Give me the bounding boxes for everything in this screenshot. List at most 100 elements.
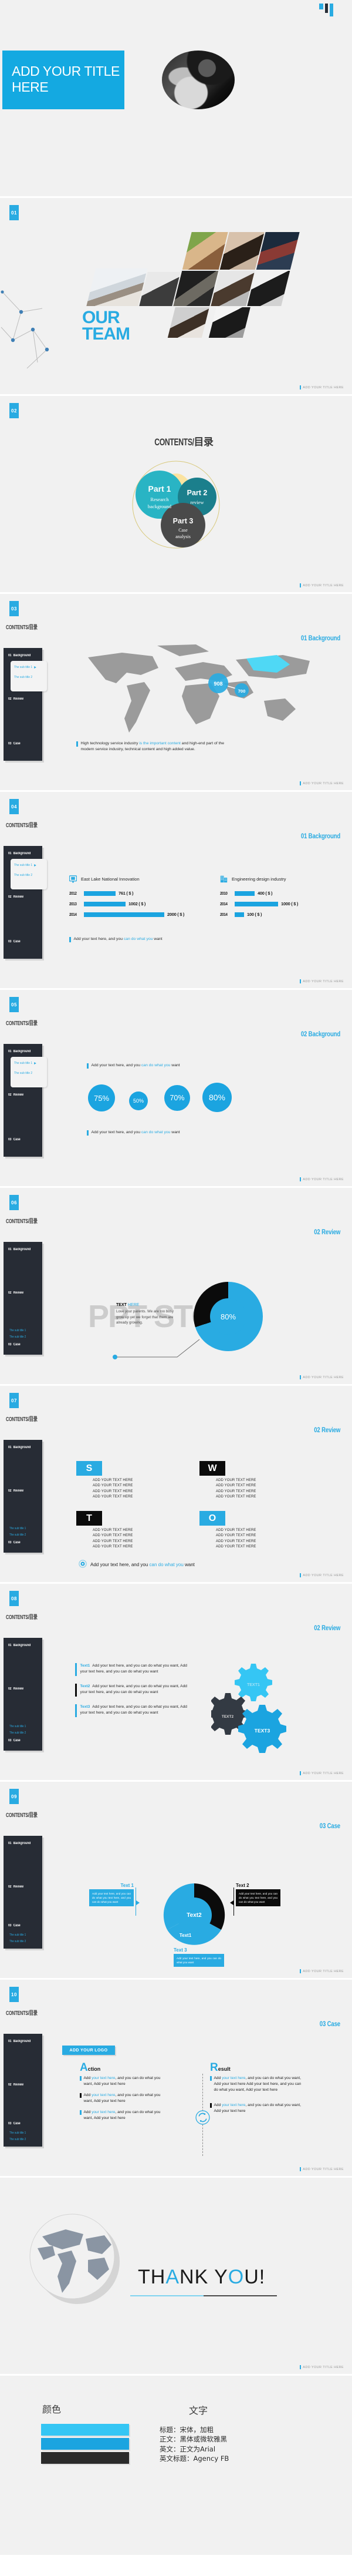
sidebar-item-label: Background — [13, 1248, 31, 1251]
item-accent: your text here — [92, 2093, 116, 2097]
sidebar-item-background[interactable]: 01 Background — [8, 1050, 31, 1053]
swot-lines: ADD YOUR TEXT HERE ADD YOUR TEXT HERE AD… — [216, 1478, 256, 1500]
sidebar-subitem-2[interactable]: The sub title 2 — [9, 1335, 26, 1339]
hero-portrait-photo — [162, 51, 235, 109]
footer-note: ADD YOUR TITLE HERE — [300, 2167, 344, 2171]
logo-chip[interactable]: ADD YOUR LOGO — [62, 2046, 115, 2055]
sidebar-item-case[interactable]: 03 Case — [8, 2122, 21, 2125]
sidebar-subitem-2[interactable]: The sub title 2 — [14, 676, 40, 679]
case-pie-slice-label: Text1 — [180, 1933, 192, 1938]
sidebar-subitem-1[interactable]: The sub title 1 — [9, 1725, 26, 1728]
sidebar-item-background[interactable]: 01 Background — [8, 1446, 31, 1449]
target-icon — [79, 1560, 87, 1569]
sidebar-subitem-2[interactable]: The sub title 2 — [9, 1533, 26, 1537]
sidebar-subitems-flyout[interactable]: The sub title 1 The sub title 2 — [11, 1057, 47, 1087]
sidebar-item-review[interactable]: 02 Review — [8, 2083, 23, 2087]
footer-note: ADD YOUR TITLE HERE — [300, 1573, 344, 1577]
contents-label-en: CONTENTS/ — [6, 1812, 29, 1819]
sidebar-item-review[interactable]: 02 Review — [8, 1885, 23, 1889]
gear-row-body: Add your text here, and you can do what … — [80, 1664, 187, 1674]
sidebar-item-review[interactable]: 02 Review — [8, 1093, 23, 1097]
sidebar-item-review[interactable]: 02 Review — [8, 1489, 23, 1493]
sidebar-subitem-2[interactable]: The sub title 2 — [14, 1072, 40, 1075]
sidebar-item-case[interactable]: 03 Case — [8, 1138, 21, 1141]
sidebar-item-label: Background — [13, 852, 31, 855]
bar-fill — [84, 891, 116, 896]
sidebar-item-num: 01 — [8, 1248, 12, 1251]
bar-row: 2014 1000 ( $ ) — [220, 901, 337, 906]
sidebar-subitems[interactable]: The sub title 1 The sub title 2 — [9, 1933, 28, 1946]
nav-sidebar[interactable]: 01 Background 02 Review 03 Case The sub … — [4, 1836, 42, 1949]
sidebar-item-background[interactable]: 01 Background — [8, 1842, 31, 1845]
network-decoration-icon — [1, 290, 49, 369]
bar-row: 2012 761 ( $ ) — [69, 891, 187, 896]
sidebar-item-background[interactable]: 01 Background — [8, 1644, 31, 1647]
sidebar-subitems[interactable]: The sub title 1 The sub title 2 — [9, 1329, 28, 1342]
sidebar-item-case[interactable]: 03 Case — [8, 1343, 21, 1346]
sidebar-item-review[interactable]: 02 Review — [8, 1687, 23, 1691]
gear-row-label: Text1 — [80, 1664, 90, 1668]
sidebar-item-label: Background — [13, 654, 31, 657]
sidebar-subitem-1[interactable]: The sub title 1 — [14, 1062, 40, 1065]
team-photo — [86, 268, 148, 306]
sidebar-subitems[interactable]: The sub title 1 The sub title 2 — [9, 2131, 28, 2144]
sidebar-item-review[interactable]: 02 Review — [8, 1291, 23, 1295]
sidebar-subitem-1[interactable]: The sub title 1 — [9, 2131, 26, 2135]
sidebar-item-case[interactable]: 03 Case — [8, 1739, 21, 1742]
sidebar-item-background[interactable]: 01 Background — [8, 2040, 31, 2043]
sidebar-item-review[interactable]: 02 Review — [8, 895, 23, 899]
sidebar-subitem-2[interactable]: The sub title 2 — [9, 2138, 26, 2141]
sidebar-item-case[interactable]: 03 Case — [8, 940, 21, 943]
sidebar-item-label: Case — [13, 1541, 21, 1544]
slide-percent-bubbles: 05 CONTENTS/目录 02 Background 01 Backgrou… — [0, 990, 352, 1188]
sidebar-item-num: 03 — [8, 1924, 12, 1927]
bubbles-note-bottom-post: want — [170, 1130, 180, 1134]
style-legend: 颜色 文字 标题：宋体，加粗 正文：黑体或微软雅黑 英文：正文为Arial 英文… — [0, 2376, 352, 2555]
nav-sidebar[interactable]: 01 Background The sub title 1 The sub ti… — [4, 1044, 47, 1157]
sidebar-item-label: Case — [13, 1739, 21, 1742]
nav-sidebar[interactable]: 01 Background 02 Review The sub title 1 … — [4, 1440, 42, 1553]
nav-sidebar[interactable]: 01 Background The sub title 1 The sub ti… — [4, 648, 47, 761]
legend-swatch — [41, 2452, 129, 2464]
sidebar-subitem-2[interactable]: The sub title 2 — [14, 874, 40, 877]
thank-you-part-accent: A — [165, 2266, 180, 2288]
action-heading: A ction — [80, 2062, 168, 2073]
swot-line: ADD YOUR TEXT HERE — [93, 1484, 133, 1488]
bubbles-note-top: Add your text here, and you can do what … — [87, 1063, 180, 1069]
sidebar-item-background[interactable]: 01 Background — [8, 1248, 31, 1251]
donut-leader-line — [113, 1339, 200, 1359]
sidebar-subitem-1[interactable]: The sub title 1 — [14, 864, 40, 867]
sidebar-item-review[interactable]: 02 Review — [8, 697, 23, 701]
result-item: Add your text here, and you can do what … — [210, 2103, 304, 2114]
nav-sidebar[interactable]: 01 Background 02 Review The sub title 1 … — [4, 1242, 42, 1355]
sidebar-subitems[interactable]: The sub title 1 The sub title 2 — [9, 1527, 28, 1540]
sidebar-subitem-1[interactable]: The sub title 1 — [9, 1933, 26, 1937]
sidebar-subitem-2[interactable]: The sub title 2 — [9, 1731, 26, 1735]
slide-gears: 08 CONTENTS/目录 02 Review 01 Background 0… — [0, 1584, 352, 1782]
nav-sidebar[interactable]: 01 Background 02 Review 03 Case The sub … — [4, 2034, 42, 2147]
nav-sidebar[interactable]: 01 Background The sub title 1 The sub ti… — [4, 846, 47, 959]
sidebar-item-case[interactable]: 03 Case — [8, 1541, 21, 1544]
team-photo-grid — [83, 232, 316, 338]
sidebar-item-label: Case — [13, 1343, 21, 1346]
sidebar-item-case[interactable]: 03 Case — [8, 742, 21, 745]
gear-row-body: Add your text here, and you can do what … — [80, 1705, 187, 1715]
sidebar-subitem-1[interactable]: The sub title 1 — [9, 1329, 26, 1332]
chart-header: Engineering design industry — [220, 875, 337, 883]
footer-note: ADD YOUR TITLE HERE — [300, 1771, 344, 1775]
sidebar-subitem-1[interactable]: The sub title 1 — [9, 1527, 26, 1530]
sidebar-subitems-flyout[interactable]: The sub title 1 The sub title 2 — [11, 859, 47, 889]
sidebar-subitem-1[interactable]: The sub title 1 — [14, 666, 40, 669]
slide-number-badge: 03 — [9, 601, 19, 616]
sidebar-subitems[interactable]: The sub title 1 The sub title 2 — [9, 1725, 28, 1738]
sidebar-item-background[interactable]: 01 Background — [8, 852, 31, 855]
sidebar-subitems-flyout[interactable]: The sub title 1 The sub title 2 — [11, 661, 47, 691]
contents-label-en: CONTENTS/ — [6, 1416, 29, 1423]
arrow-right-icon — [136, 1900, 140, 1905]
sidebar-item-case[interactable]: 03 Case — [8, 1924, 21, 1927]
our-team-line1: OUR — [82, 308, 120, 327]
nav-sidebar[interactable]: 01 Background 02 Review The sub title 1 … — [4, 1638, 42, 1751]
sidebar-item-background[interactable]: 01 Background — [8, 654, 31, 657]
gear-text-row: Text3 Add your text here, and you can do … — [75, 1704, 192, 1717]
sidebar-subitem-2[interactable]: The sub title 2 — [9, 1940, 26, 1943]
